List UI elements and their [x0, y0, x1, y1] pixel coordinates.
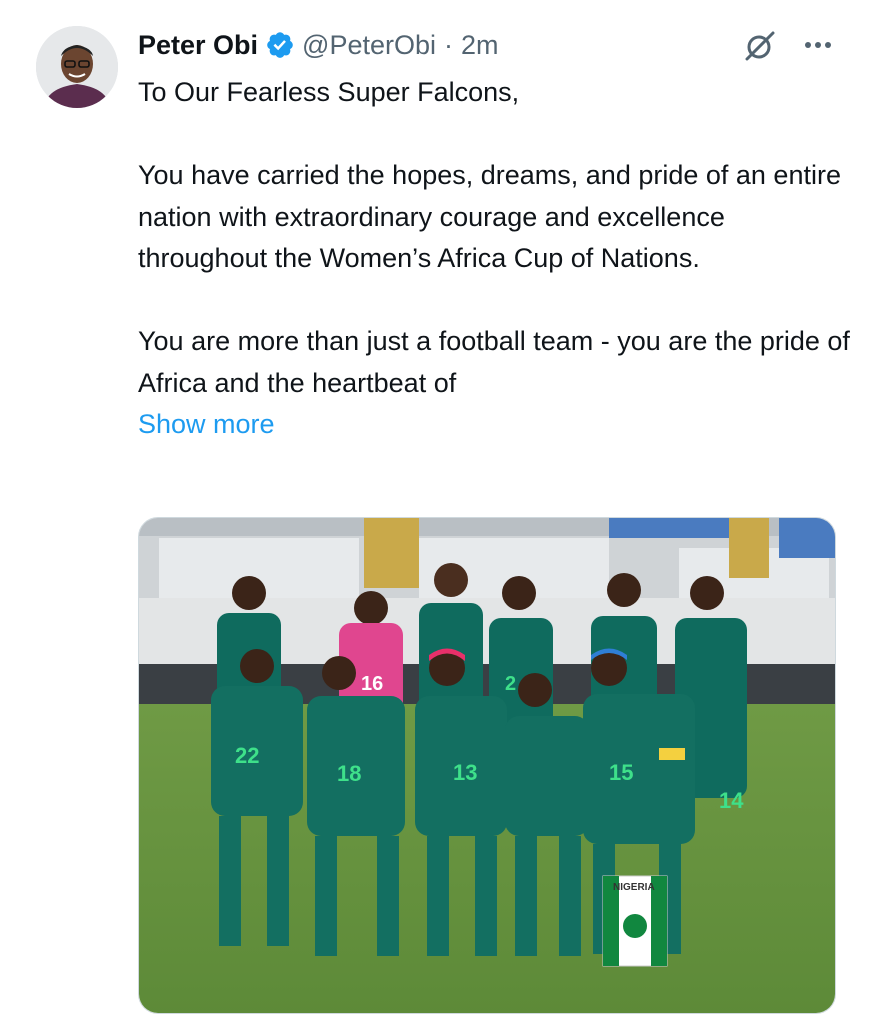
- timestamp[interactable]: 2m: [461, 26, 499, 64]
- tweet-text: To Our Fearless Super Falcons, You have …: [138, 72, 858, 446]
- verified-badge-icon[interactable]: [265, 30, 295, 60]
- jersey-number-18: 18: [337, 761, 361, 786]
- jersey-number-15: 15: [609, 760, 633, 785]
- tweet-paragraph-salutation: To Our Fearless Super Falcons,: [138, 77, 520, 107]
- show-more-link[interactable]: Show more: [138, 404, 858, 446]
- jersey-number-2: 2: [505, 673, 516, 695]
- tweet-header: Peter Obi @PeterObi · 2m: [138, 26, 499, 64]
- jersey-number-14: 14: [719, 788, 744, 813]
- grok-icon[interactable]: [742, 28, 778, 64]
- jersey-number-13: 13: [453, 760, 477, 785]
- jersey-number-16: 16: [361, 673, 383, 695]
- author-avatar[interactable]: [36, 26, 118, 108]
- pennant-text: NIGERIA: [613, 882, 655, 893]
- nigeria-pennant: NIGERIA: [602, 875, 668, 967]
- author-name[interactable]: Peter Obi: [138, 26, 258, 64]
- author-handle[interactable]: @PeterObi: [302, 26, 436, 64]
- more-options-icon[interactable]: [800, 30, 836, 60]
- tweet-paragraph-body: You have carried the hopes, dreams, and …: [138, 160, 841, 273]
- tweet-paragraph-truncated: You are more than just a football team -…: [138, 326, 850, 398]
- jersey-number-22: 22: [235, 743, 259, 768]
- separator-dot: ·: [444, 30, 454, 60]
- tweet-media-photo[interactable]: 16 2 14 22 18 13 15 NIGERIA: [138, 517, 836, 1014]
